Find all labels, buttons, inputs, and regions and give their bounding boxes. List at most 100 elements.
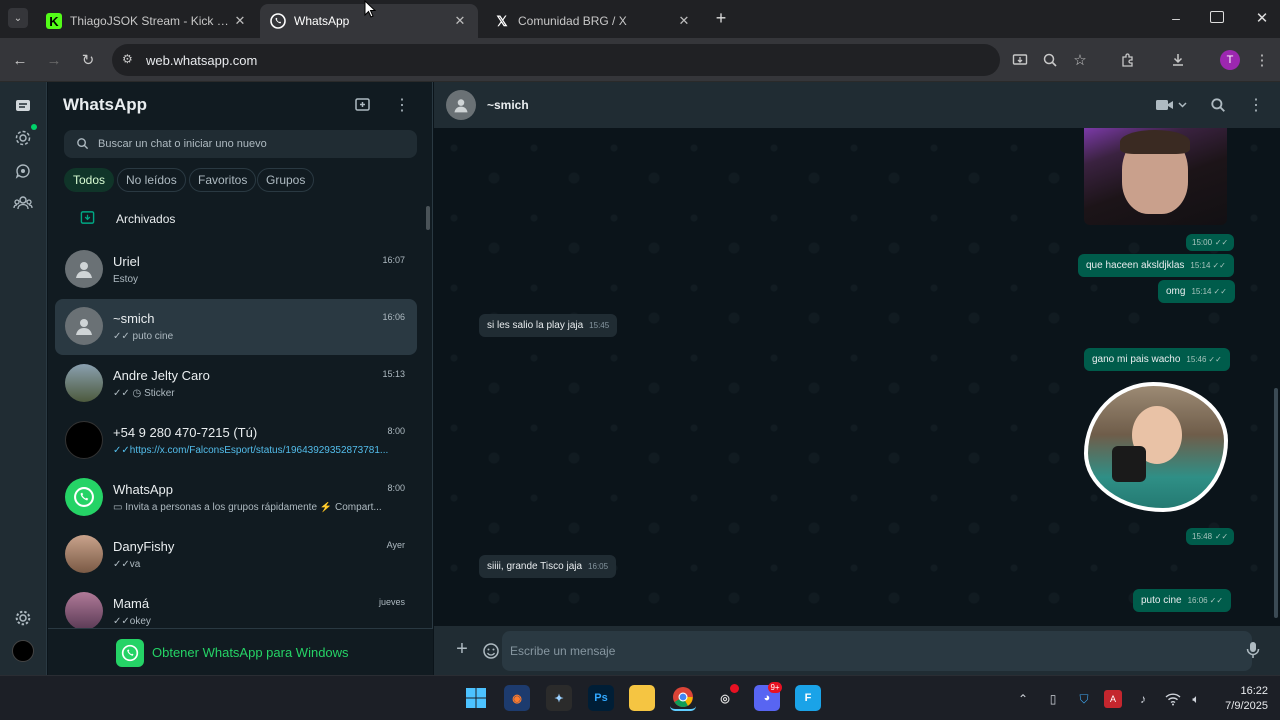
chat-item-andre[interactable]: Andre Jelty Caro 15:13 ✓✓ ◷ Sticker	[55, 356, 417, 412]
chrome-icon[interactable]	[670, 685, 696, 711]
chat-item-smich[interactable]: ~smich 16:06 ✓✓ puto cine	[55, 299, 417, 355]
communities-icon[interactable]	[11, 191, 35, 215]
message-bubble-out[interactable]: que haceen aksldjklas 15:14 ✓✓	[1078, 254, 1234, 277]
microphone-icon[interactable]	[1246, 641, 1260, 664]
back-arrow-icon[interactable]: ←	[8, 48, 32, 72]
microphone-icon[interactable]: ♪	[1134, 690, 1152, 708]
zoom-icon[interactable]	[1038, 48, 1062, 72]
search-icon[interactable]	[1210, 97, 1226, 118]
window-close-icon[interactable]: ✕	[1252, 9, 1272, 27]
filter-no-leidos[interactable]: No leídos	[117, 168, 186, 192]
tab-kick[interactable]: K ThiagoJSOK Stream - Kick Dash ✕	[36, 4, 258, 38]
filter-grupos[interactable]: Grupos	[257, 168, 315, 192]
profile-avatar[interactable]: T	[1220, 50, 1240, 70]
conversation-header[interactable]: ~smich ⋮	[434, 82, 1280, 128]
search-icon	[76, 137, 89, 153]
message-area: 15:00 ✓✓ que haceen aksldjklas 15:14 ✓✓ om…	[434, 128, 1280, 626]
minimize-icon[interactable]: –	[1166, 10, 1186, 26]
chat-item-mama[interactable]: Mamá jueves ✓✓okey	[55, 584, 417, 628]
video-call-icon[interactable]	[1154, 96, 1188, 114]
double-check-icon: ✓✓	[1214, 532, 1229, 541]
double-check-icon: ✓✓	[113, 388, 130, 399]
message-bubble-in[interactable]: siiii, grande Tisco jaja 16:05	[479, 555, 617, 578]
image-message[interactable]	[1084, 128, 1227, 225]
clock[interactable]: 16:22 7/9/2025	[1218, 684, 1268, 714]
download-icon[interactable]	[1166, 48, 1190, 72]
windows-start-icon[interactable]	[463, 685, 489, 711]
message-bubble-out[interactable]: puto cine 16:06 ✓✓	[1133, 589, 1232, 612]
message-input[interactable]: Escribe un mensaje	[483, 631, 1252, 671]
default-avatar-icon[interactable]	[446, 90, 476, 120]
channels-icon[interactable]	[11, 159, 35, 183]
tab-x-community[interactable]: 𝕏 Comunidad BRG / X ✕	[484, 4, 702, 38]
chat-name: Andre Jelty Caro	[113, 368, 210, 383]
chat-item-whatsapp[interactable]: WhatsApp 8:00 ▭ Invita a personas a los …	[55, 470, 417, 526]
davinci-icon[interactable]: ✦	[546, 685, 572, 711]
clock-time: 16:22	[1240, 685, 1268, 697]
profile-avatar[interactable]	[12, 640, 34, 662]
wifi-icon[interactable]	[1164, 690, 1182, 708]
extensions-icon[interactable]	[1116, 48, 1140, 72]
download-banner[interactable]: Obtener WhatsApp para Windows	[48, 628, 433, 675]
address-bar[interactable]: ⚙ web.whatsapp.com	[112, 44, 1000, 76]
tray-chevron-icon[interactable]: ⌃	[1014, 690, 1032, 708]
tab-close-icon[interactable]: ✕	[452, 13, 468, 29]
sticker-content	[1088, 386, 1224, 508]
double-check-icon: ✓✓	[1208, 355, 1222, 364]
chat-preview: Estoy	[113, 274, 139, 285]
message-bubble-out[interactable]: omg 15:14 ✓✓	[1158, 280, 1235, 303]
status-icon[interactable]	[11, 126, 35, 150]
bookmark-star-icon[interactable]: ☆	[1068, 48, 1092, 72]
message-bubble-out[interactable]: gano mi pais wacho 15:46 ✓✓	[1084, 348, 1230, 371]
file-explorer-icon[interactable]	[629, 685, 655, 711]
chats-icon[interactable]	[11, 94, 35, 118]
install-app-icon[interactable]	[1008, 48, 1032, 72]
sticker-content	[1112, 446, 1146, 482]
double-check-icon: ✓✓	[113, 445, 130, 456]
message-bubble-in[interactable]: si les salio la play jaja 15:45	[479, 314, 618, 337]
security-shield-icon[interactable]: ⛉	[1075, 690, 1093, 708]
contact-name[interactable]: ~smich	[487, 98, 529, 112]
windows-taskbar: ◉ ✦ Ps ◎ ◕ 9+ F ⌃ ▯ ⛉ A ♪ 🔈︎ 16:22 7/9/2…	[0, 675, 1280, 720]
menu-kebab-icon[interactable]: ⋮	[394, 95, 410, 115]
chat-item-uriel[interactable]: Uriel 16:07 Estoy	[55, 242, 417, 298]
settings-gear-icon[interactable]	[11, 606, 35, 630]
new-chat-icon[interactable]	[354, 96, 376, 116]
browser-menu-icon[interactable]: ⋮	[1250, 48, 1274, 72]
menu-kebab-icon[interactable]: ⋮	[1248, 95, 1264, 115]
sticker-icon[interactable]	[482, 642, 500, 663]
maximize-icon[interactable]	[1210, 11, 1224, 23]
sticker-message[interactable]	[1084, 382, 1228, 512]
attach-plus-icon[interactable]: +	[452, 639, 472, 659]
usb-icon[interactable]: ▯	[1044, 690, 1062, 708]
chat-item-self[interactable]: +54 9 280 470-7215 (Tú) 8:00 ✓✓https://x…	[55, 413, 417, 469]
new-tab-plus-icon[interactable]: +	[710, 9, 732, 29]
forward-arrow-icon[interactable]: →	[42, 48, 66, 72]
filter-todos[interactable]: Todos	[64, 168, 115, 192]
filter-favoritos[interactable]: Favoritos	[189, 168, 257, 192]
chat-list-scrollbar[interactable]	[426, 206, 430, 230]
archived-label: Archivados	[116, 212, 176, 226]
archived-row[interactable]: Archivados	[64, 206, 404, 232]
chat-preview: ✓✓ ◷ Sticker	[113, 388, 175, 399]
tab-search-chevron-icon[interactable]: ⌄	[8, 8, 28, 28]
tray-app-icon[interactable]: A	[1104, 690, 1122, 708]
tab-close-icon[interactable]: ✕	[676, 13, 692, 29]
photoshop-icon[interactable]: Ps	[588, 685, 614, 711]
default-avatar-icon	[65, 307, 103, 345]
double-check-icon: ✓✓	[1214, 238, 1229, 247]
search-input[interactable]: Buscar un chat o iniciar uno nuevo	[64, 130, 417, 158]
blender-icon[interactable]: ◉	[504, 685, 530, 711]
image-content	[1120, 130, 1190, 154]
chat-time: 16:07	[382, 255, 405, 265]
tab-close-icon[interactable]: ✕	[232, 13, 248, 29]
app-f-icon[interactable]: F	[795, 685, 821, 711]
volume-icon[interactable]: 🔈︎	[1187, 690, 1205, 708]
reload-icon[interactable]: ↻	[76, 48, 100, 72]
contact-avatar	[65, 364, 103, 402]
chat-name: +54 9 280 470-7215 (Tú)	[113, 425, 258, 440]
site-info-icon[interactable]: ⚙	[122, 52, 138, 68]
browser-toolbar: ← → ↻ ⚙ web.whatsapp.com ☆ T ⋮	[0, 38, 1280, 82]
chat-item-danyfishy[interactable]: DanyFishy Ayer ✓✓va	[55, 527, 417, 583]
message-scrollbar[interactable]	[1274, 388, 1278, 618]
